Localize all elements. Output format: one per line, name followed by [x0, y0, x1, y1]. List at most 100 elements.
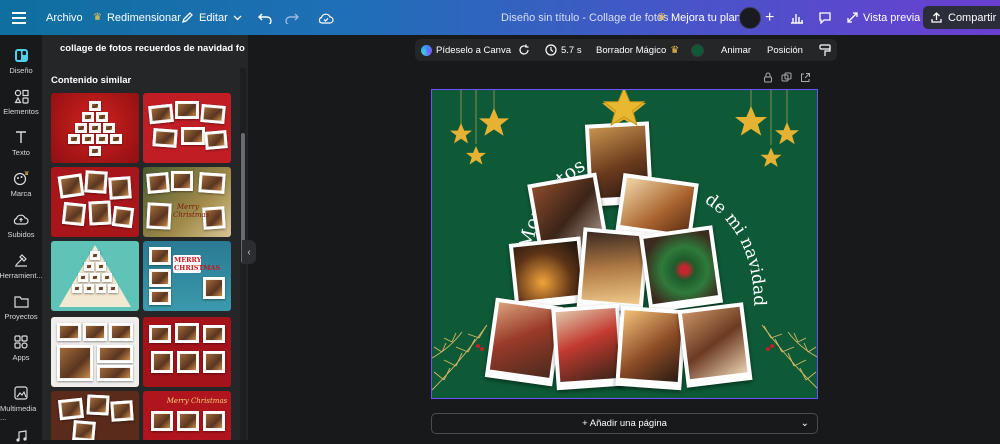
photo-frame[interactable] — [677, 302, 753, 388]
rail-item-subidos[interactable]: Subidos — [0, 211, 42, 239]
photo-frame[interactable] — [638, 225, 724, 313]
crown-icon: ♛ — [670, 44, 680, 56]
editar-menu[interactable]: Editar — [181, 0, 242, 35]
collapse-panel-button[interactable]: ‹ — [242, 240, 256, 264]
rail-item-marca[interactable]: ♛ Marca — [0, 170, 42, 199]
pideselo-button[interactable]: Pídeselo a Canva — [421, 39, 511, 61]
panel-title: collage de fotos recuerdos de navidad fo… — [60, 43, 245, 54]
redimensionar-label: Redimensionar — [106, 11, 181, 24]
rail-label: Multimedia ... — [0, 404, 37, 422]
archivo-menu[interactable]: Archivo — [46, 0, 83, 35]
compartir-label: Compartir — [948, 11, 997, 24]
redimensionar-button[interactable]: ♛ Redimensionar — [93, 0, 181, 35]
template-thumbnail[interactable] — [51, 391, 139, 440]
color-swatch-button[interactable] — [691, 39, 704, 61]
shapes-icon — [12, 88, 30, 104]
magic-eraser-button[interactable]: Borrador Mágico ♛ — [596, 39, 679, 61]
design-page[interactable]: Momentos de mi navidad — [431, 89, 818, 399]
paint-format-button[interactable] — [819, 39, 831, 61]
redo-icon — [285, 13, 299, 24]
doc-title-text: Diseño sin título - Collage de fotos — [501, 11, 669, 24]
avatar[interactable] — [739, 0, 761, 35]
comment-icon — [819, 12, 831, 24]
template-thumbnail[interactable] — [51, 93, 139, 163]
rail-item-texto[interactable]: Texto — [0, 129, 42, 157]
document-title[interactable]: Diseño sin título - Collage de fotos — [501, 0, 669, 35]
photo-frame[interactable] — [508, 236, 588, 310]
animar-label: Animar — [721, 44, 752, 56]
section-title: Contenido similar — [51, 75, 132, 86]
photo-frame[interactable] — [615, 305, 687, 391]
home-icon[interactable] — [12, 0, 26, 35]
rail-item-diseno[interactable]: Diseño — [0, 47, 42, 75]
duration-button[interactable]: 5.7 s — [545, 39, 582, 61]
rail-item-proyectos[interactable]: Proyectos — [0, 293, 42, 321]
upload-icon — [931, 12, 942, 23]
upgrade-button[interactable]: ♛ Mejora tu plan — [657, 0, 741, 35]
text-icon — [12, 129, 30, 145]
rail-item-music[interactable] — [0, 428, 42, 444]
rail-item-apps[interactable]: Apps — [0, 334, 42, 362]
top-bar: Archivo ♛ Redimensionar Editar Diseño sin… — [0, 0, 1000, 35]
pideselo-label: Pídeselo a Canva — [436, 44, 511, 56]
rail-label: Herramient... — [0, 271, 43, 280]
add-page-label: + Añadir una página — [582, 418, 667, 429]
comments-button[interactable] — [818, 0, 832, 35]
animate-button[interactable]: Animar — [721, 39, 751, 61]
music-icon — [12, 428, 30, 444]
template-thumbnail[interactable]: Merry Christmas — [143, 391, 231, 440]
add-page-button[interactable]: + Añadir una página ⌄ — [431, 413, 818, 434]
template-thumbnail[interactable]: Merry Christmas — [143, 167, 231, 237]
photo-frame[interactable] — [551, 303, 625, 391]
position-button[interactable]: Posición — [767, 39, 803, 61]
rail-item-multimedia[interactable]: Multimedia ... — [0, 385, 42, 422]
rail-item-elementos[interactable]: Elementos — [0, 88, 42, 116]
bar-chart-icon — [791, 13, 803, 24]
rail-label: Proyectos — [4, 312, 38, 321]
expand-icon — [847, 12, 858, 23]
template-thumbnail[interactable] — [51, 317, 139, 387]
mejora-label: Mejora tu plan — [670, 11, 741, 24]
redo-button[interactable] — [285, 0, 299, 35]
thumbnail-text: Merry Christmas — [173, 203, 210, 219]
editar-label: Editar — [199, 11, 228, 24]
undo-icon — [258, 13, 272, 24]
archivo-label: Archivo — [46, 11, 83, 24]
svg-text:♛: ♛ — [24, 171, 29, 177]
top-star-icon — [602, 90, 646, 127]
brand-icon: ♛ — [12, 170, 30, 186]
canva-ai-icon — [421, 44, 432, 56]
insights-button[interactable] — [790, 0, 804, 35]
rail-item-herramientas[interactable]: Herramient... — [0, 252, 43, 280]
context-toolbar: Pídeselo a Canva 5.7 s Borrador Mágico ♛… — [415, 39, 837, 61]
magic-switch-button[interactable] — [518, 39, 530, 61]
rail-label: Elementos — [3, 107, 39, 116]
template-thumbnail[interactable] — [143, 93, 231, 163]
color-swatch — [691, 43, 704, 57]
rail-label: Subidos — [7, 230, 35, 239]
add-collaborator-button[interactable]: + — [765, 0, 774, 35]
preview-button[interactable]: Vista previa — [847, 0, 920, 35]
duplicate-icon[interactable] — [781, 72, 792, 83]
template-thumbnail[interactable] — [51, 241, 139, 311]
posicion-label: Posición — [767, 44, 803, 56]
folder-icon — [12, 293, 30, 309]
chevron-down-icon[interactable]: ⌄ — [801, 418, 809, 429]
rail-label: Texto — [12, 148, 30, 157]
undo-button[interactable] — [258, 0, 272, 35]
share-button[interactable]: Compartir — [923, 6, 1000, 29]
thumbnail-text: Merry Christmas — [166, 397, 228, 405]
share-page-icon[interactable] — [800, 72, 811, 83]
page-tools — [763, 72, 811, 83]
template-thumbnail[interactable] — [143, 317, 231, 387]
vista-previa-label: Vista previa — [863, 11, 921, 24]
rail-label: Diseño — [9, 66, 33, 75]
cloud-sync-button[interactable] — [318, 0, 334, 35]
thumbnail-text: MERRY CHRISTMAS — [173, 255, 221, 273]
photo-frame[interactable] — [576, 227, 650, 313]
lock-icon[interactable] — [763, 72, 773, 83]
plus-icon: + — [765, 8, 775, 26]
chevron-left-icon: ‹ — [247, 246, 251, 258]
template-thumbnail[interactable] — [51, 167, 139, 237]
template-thumbnail[interactable]: MERRY CHRISTMAS — [143, 241, 231, 311]
